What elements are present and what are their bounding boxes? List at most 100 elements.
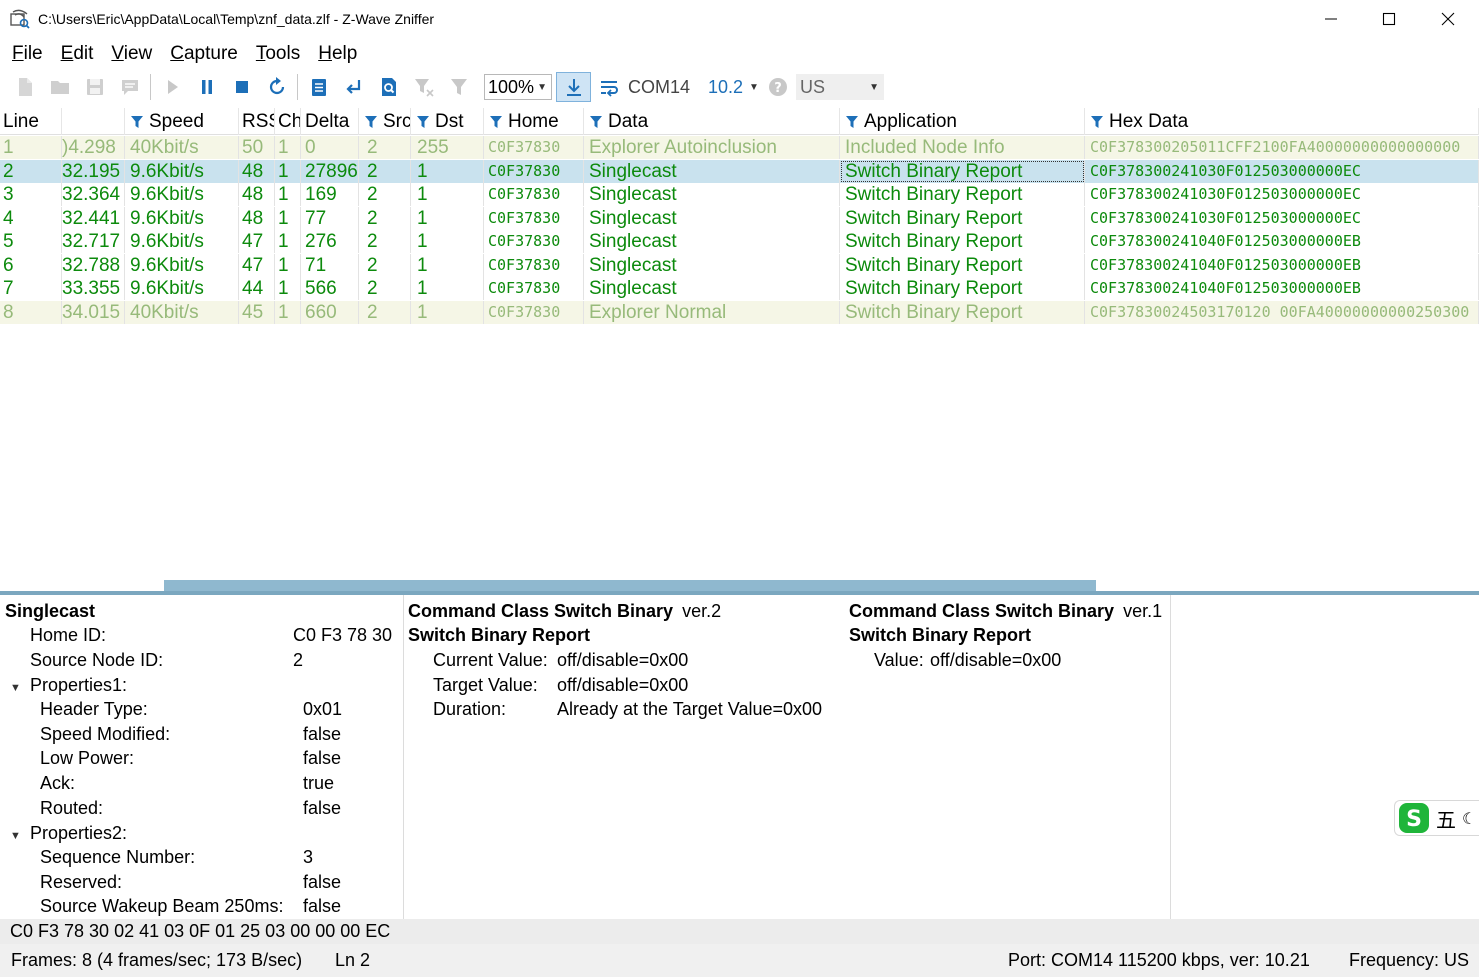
wrap-button[interactable] (591, 72, 626, 102)
cell-ch: 1 (275, 277, 301, 300)
column-filter-icon[interactable] (365, 116, 377, 128)
clear-filter-icon (414, 79, 434, 97)
column-header-delta[interactable]: Delta (301, 108, 359, 135)
menu-view[interactable]: View (102, 40, 161, 68)
start-capture-button[interactable] (154, 72, 189, 102)
column-header-hex[interactable]: Hex Data (1085, 108, 1479, 135)
menu-edit[interactable]: Edit (52, 40, 103, 68)
table-row[interactable]: 5 32.717 9.6Kbit/s 47 1 276 2 1 C0F37830 Singleca… (0, 230, 1479, 253)
search-button[interactable] (371, 72, 406, 102)
cell-delta: 71 (301, 253, 359, 277)
cell-data: Singlecast (584, 230, 840, 253)
cell-home: C0F37830 (484, 253, 584, 277)
help-button[interactable]: ? (764, 72, 792, 102)
cell-time: 34.015 (62, 300, 125, 324)
cell-time: 32.195 (62, 159, 125, 183)
frequency-select[interactable]: US ▼ (796, 74, 884, 100)
cell-ch: 1 (275, 253, 301, 277)
property-value: false (303, 748, 342, 769)
cell-data: Explorer Normal (584, 300, 840, 324)
autoscroll-button[interactable] (556, 72, 591, 102)
list-view-button[interactable] (301, 72, 336, 102)
goto-line-button[interactable] (336, 72, 371, 102)
expand-properties2-icon[interactable]: ▼ (10, 830, 21, 842)
column-filter-icon[interactable] (131, 116, 143, 128)
restart-capture-button[interactable] (259, 72, 294, 102)
column-header-rssi[interactable]: RSS (239, 108, 275, 135)
cell-dst: 1 (411, 206, 484, 230)
column-header-src[interactable]: Src (359, 108, 411, 135)
menu-mnemonic: E (60, 43, 74, 64)
expand-properties1-icon[interactable]: ▼ (10, 682, 21, 694)
table-row[interactable]: 6 32.788 9.6Kbit/s 47 1 71 2 1 C0F37830 Singlecas… (0, 253, 1479, 277)
scrollbar-thumb[interactable] (164, 580, 1096, 591)
column-header-speed[interactable]: Speed (125, 108, 239, 135)
window-title: C:\Users\Eric\AppData\Local\Temp\znf_dat… (38, 11, 435, 27)
column-header-label: Ch (278, 111, 301, 132)
table-row[interactable]: 7 33.355 9.6Kbit/s 44 1 566 2 1 C0F37830 Singleca… (0, 277, 1479, 300)
cell-src: 2 (359, 206, 411, 230)
menu-capture[interactable]: Capture (161, 40, 247, 68)
table-row[interactable]: 2 32.195 9.6Kbit/s 48 1 27896 2 1 C0F37830 Single… (0, 159, 1479, 183)
table-row[interactable]: 8 34.015 40Kbit/s 45 1 660 2 1 C0F37830 Explorer … (0, 300, 1479, 324)
minimize-button[interactable] (1302, 0, 1360, 38)
ime-toolbar[interactable]: S 五 ☾ (1394, 800, 1479, 836)
table-row[interactable]: 4 32.441 9.6Kbit/s 48 1 77 2 1 C0F37830 Singlecas… (0, 206, 1479, 230)
close-button[interactable] (1419, 0, 1477, 38)
menu-mnemonic: C (170, 43, 184, 64)
toolbar-separator (297, 74, 298, 100)
menu-file[interactable]: File (3, 40, 52, 68)
column-filter-icon[interactable] (1091, 116, 1103, 128)
column-header-application[interactable]: Application (840, 108, 1085, 135)
column-header-data[interactable]: Data (584, 108, 840, 135)
properties1-label: Properties1: (30, 675, 128, 695)
maximize-button[interactable] (1360, 0, 1418, 38)
cell-dst: 1 (411, 230, 484, 253)
cell-delta: 77 (301, 206, 359, 230)
cell-home: C0F37830 (484, 136, 584, 159)
zoom-select[interactable]: 100% ▼ (484, 74, 552, 100)
filter-button[interactable] (441, 72, 476, 102)
save-icon (86, 79, 103, 95)
column-filter-icon[interactable] (417, 116, 429, 128)
column-header-line[interactable]: Line (0, 108, 62, 135)
stop-capture-button[interactable] (224, 72, 259, 102)
menu-label-rest: iew (123, 43, 153, 64)
table-row[interactable]: 1)4.298 40Kbit/s 50 1 0 2 255 C0F37830 Explorer … (0, 136, 1479, 159)
column-header-time[interactable] (62, 108, 125, 135)
column-filter-icon[interactable] (846, 116, 858, 128)
save-button[interactable] (77, 72, 112, 102)
home-id-value: C0 F3 78 30 (293, 625, 393, 645)
column-header-home[interactable]: Home (484, 108, 584, 135)
pause-capture-button[interactable] (189, 72, 224, 102)
menu-help[interactable]: Help (309, 40, 366, 68)
version-select[interactable]: 10.2 ▼ (708, 74, 764, 100)
cell-time: )4.298 (62, 136, 125, 159)
port-select[interactable]: COM14 (626, 74, 708, 100)
menu-tools[interactable]: Tools (247, 40, 309, 68)
chevron-down-icon: ▼ (749, 81, 759, 93)
new-file-button[interactable] (7, 72, 42, 102)
clear-filter-button[interactable] (406, 72, 441, 102)
menu-label-rest: ools (265, 43, 301, 64)
column-filter-icon[interactable] (590, 116, 602, 128)
column-filter-icon[interactable] (490, 116, 502, 128)
column-header-dst[interactable]: Dst (411, 108, 484, 135)
horizontal-scrollbar[interactable] (0, 580, 1479, 591)
column-header-ch[interactable]: Ch (275, 108, 301, 135)
cell-speed: 9.6Kbit/s (125, 277, 239, 300)
comment-button[interactable] (112, 72, 147, 102)
zniffer-app-icon (10, 9, 30, 29)
cell-data: Singlecast (584, 159, 840, 183)
grid-header: Line Speed RSSChDelta Src Dst Home Data Applica… (0, 108, 1479, 135)
cell-home: C0F37830 (484, 277, 584, 300)
property-value: off/disable=0x00 (557, 674, 689, 695)
table-row[interactable]: 3 32.364 9.6Kbit/s 48 1 169 2 1 C0F37830 Singleca… (0, 183, 1479, 206)
open-folder-button[interactable] (42, 72, 77, 102)
cell-dst: 1 (411, 300, 484, 324)
toolbar: 100% ▼ COM14 10.2 ▼ ? US ▼ (0, 70, 1479, 104)
chevron-down-icon: ▼ (869, 81, 879, 93)
property-value: false (303, 896, 342, 917)
cell-line: 6 (0, 253, 62, 277)
filter-icon (450, 79, 467, 95)
